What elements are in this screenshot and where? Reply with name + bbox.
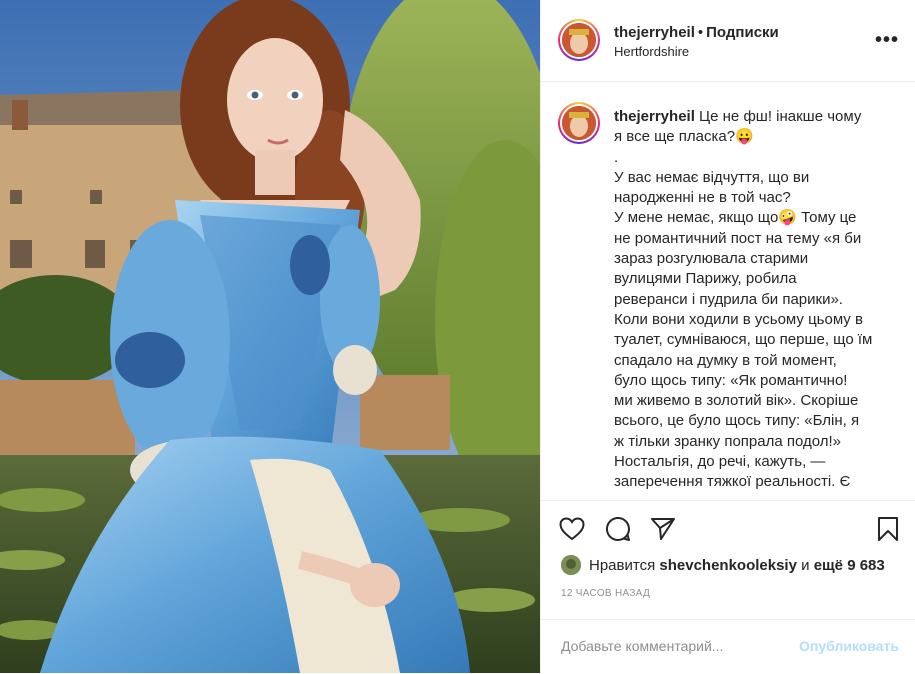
post-location[interactable]: Hertfordshire [614,44,689,59]
caption-area[interactable]: thejerryheil Це не фш! інакше чому я все… [541,83,915,500]
instagram-post-view: thejerryheil • Подписки Hertfordshire ••• … [0,0,915,673]
author-username[interactable]: thejerryheil [614,24,695,41]
caption-line: народженні не в той час? [614,189,791,207]
caption-line: я все ще пласка?😛 [614,128,754,146]
likes-count[interactable]: ещё 9 683 [814,557,885,574]
caption-line: реверанси і пудрила би парики». [614,290,843,308]
post-timestamp[interactable]: 12 ЧАСОВ НАЗАД [561,588,650,599]
likes-prefix: Нравится [589,556,656,574]
caption-line: . [614,148,619,166]
post-actions: Нравится shevchenkooleksiy и ещё 9 683 1… [541,500,915,673]
following-button[interactable]: Подписки [706,24,779,41]
caption-line: ми живемо в золотий вік». Скоріше [614,392,859,410]
caption-line: всього, це було щось типу: «Блін, я [614,412,860,430]
post-header: thejerryheil • Подписки Hertfordshire ••• [541,0,915,82]
caption-line: У мене немає, якщо що🤪 Тому це [614,209,857,227]
post-photo-illustration [0,0,540,673]
post-side-panel: thejerryheil • Подписки Hertfordshire ••• … [540,0,915,673]
separator-dot: • [697,24,704,41]
bookmark-icon[interactable] [873,514,903,544]
caption-text: thejerryheil Це не фш! інакше чому я все… [614,107,904,493]
avatar-image [562,23,596,57]
caption-line: Це не фш! інакше чому [699,108,862,125]
caption-author-avatar[interactable] [558,102,600,144]
caption-line: зараз розгулювала старими [614,250,809,268]
avatar-image [562,106,596,140]
caption-line: спадало на думку в той момент, [614,351,837,369]
caption-line: ж тільки зранку попрала подол!» [614,432,842,450]
caption-line: було щось типу: «Як романтично! [614,371,848,389]
caption-line: Ностальгія, до речі, кажуть, — [614,453,826,471]
post-photo[interactable] [0,0,540,673]
likes-middle: и [801,556,810,574]
share-icon[interactable] [648,514,678,544]
caption-line: не романтичний пост на тему «я би [614,229,862,247]
caption-line: заперечення тяжкої реальності. Є [614,473,851,491]
comment-icon[interactable] [603,514,633,544]
comment-input[interactable]: Добавьте комментарий... [561,638,723,654]
author-line: thejerryheil • Подписки [614,24,779,41]
caption-line: вулицями Парижу, робила [614,270,797,288]
heart-icon[interactable] [557,514,587,544]
caption-line: Коли вони ходили в усьому цьому в [614,310,863,328]
caption-username[interactable]: thejerryheil [614,108,695,125]
liker-avatar [561,555,581,575]
author-avatar[interactable] [558,19,600,61]
caption-line: У вас немає відчуття, що ви [614,168,810,186]
more-options-icon[interactable]: ••• [875,30,899,50]
publish-button[interactable]: Опубликовать [799,638,899,654]
liker-username[interactable]: shevchenkooleksiy [659,557,797,574]
caption-line: туалет, сумніваюся, що перше, що їм [614,331,873,349]
likes-summary[interactable]: Нравится shevchenkooleksiy и ещё 9 683 [561,555,885,575]
comment-form: Добавьте комментарий... Опубликовать [541,619,915,674]
